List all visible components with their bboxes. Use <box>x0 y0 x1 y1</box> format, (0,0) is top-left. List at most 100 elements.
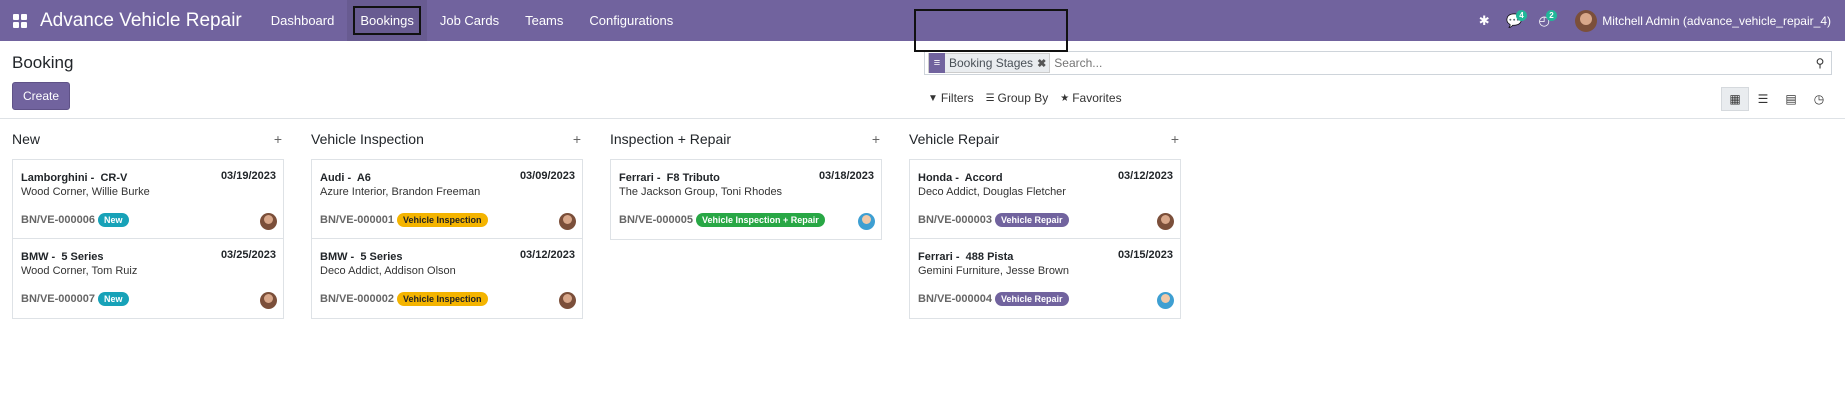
search-input[interactable] <box>1054 56 1809 70</box>
group-by-button[interactable]: ☰ Group By <box>980 87 1055 109</box>
breadcrumb: Booking <box>12 53 74 72</box>
search-options: ▼ Filters ☰ Group By ★ Favorites <box>922 87 1128 109</box>
card-ref-text: BN/VE-000005 <box>619 214 693 226</box>
column-title: Inspection + Repair <box>610 131 732 147</box>
card-reference: BN/VE-000002 Vehicle Inspection <box>320 292 488 306</box>
card-vehicle: Ferrari - 488 Pista <box>918 251 1014 263</box>
card-customer: Gemini Furniture, Jesse Brown <box>918 265 1069 277</box>
kanban-card[interactable]: Lamborghini - CR-V 03/19/2023 Wood Corne… <box>13 160 283 239</box>
column-header: Vehicle Inspection + <box>311 119 583 159</box>
kanban-card[interactable]: Honda - Accord 03/12/2023 Deco Addict, D… <box>910 160 1180 239</box>
column-header: Vehicle Repair + <box>909 119 1181 159</box>
kanban-board: New + Lamborghini - CR-V 03/19/2023 Wood… <box>0 119 1845 419</box>
stage-tag: Vehicle Repair <box>995 213 1069 227</box>
list-view-icon[interactable]: ☰ <box>1749 87 1777 111</box>
app-title[interactable]: Advance Vehicle Repair <box>40 10 242 32</box>
column-header: New + <box>12 119 284 159</box>
card-customer: Wood Corner, Tom Ruiz <box>21 265 138 277</box>
filters-button[interactable]: ▼ Filters <box>922 87 980 109</box>
add-card-icon[interactable]: + <box>1171 131 1179 147</box>
user-menu[interactable]: Mitchell Admin (advance_vehicle_repair_4… <box>1559 9 1845 32</box>
user-avatar <box>1575 9 1598 32</box>
card-reference: BN/VE-000004 Vehicle Repair <box>918 292 1069 306</box>
favorites-button[interactable]: ★ Favorites <box>1054 87 1127 109</box>
stage-tag: Vehicle Inspection <box>397 213 488 227</box>
stage-tag: Vehicle Inspection <box>397 292 488 306</box>
stage-tag: New <box>98 213 129 227</box>
stage-tag: New <box>98 292 129 306</box>
card-customer: Deco Addict, Douglas Fletcher <box>918 186 1066 198</box>
card-vehicle: BMW - 5 Series <box>320 251 403 263</box>
menu-teams[interactable]: Teams <box>512 0 576 41</box>
top-navbar: Advance Vehicle Repair Dashboard Booking… <box>0 0 1845 41</box>
activities-badge: 2 <box>1546 10 1557 21</box>
menu-dashboard[interactable]: Dashboard <box>258 0 348 41</box>
kanban-card[interactable]: BMW - 5 Series 03/12/2023 Deco Addict, A… <box>312 239 582 318</box>
assignee-avatar[interactable] <box>1157 292 1174 309</box>
search-icon[interactable]: ⚲ <box>1809 56 1831 70</box>
card-date: 03/12/2023 <box>519 249 575 261</box>
menu-bookings[interactable]: Bookings <box>347 0 427 41</box>
card-vehicle: Honda - Accord <box>918 172 1003 184</box>
pivot-view-icon[interactable]: ▤ <box>1777 87 1805 111</box>
user-name: Mitchell Admin (advance_vehicle_repair_4… <box>1602 13 1831 28</box>
kanban-card[interactable]: BMW - 5 Series 03/25/2023 Wood Corner, T… <box>13 239 283 318</box>
card-ref-text: BN/VE-000001 <box>320 214 394 226</box>
kanban-card[interactable]: Ferrari - F8 Tributo 03/18/2023 The Jack… <box>611 160 881 239</box>
card-customer: Deco Addict, Addison Olson <box>320 265 456 277</box>
assignee-avatar[interactable] <box>260 213 277 230</box>
group-by-icon: ≡ <box>929 53 945 73</box>
column-title: New <box>12 131 41 147</box>
card-reference: BN/VE-000005 Vehicle Inspection + Repair <box>619 213 825 227</box>
card-vehicle: Audi - A6 <box>320 172 371 184</box>
assignee-avatar[interactable] <box>1157 213 1174 230</box>
messages-icon[interactable]: 💬 4 <box>1499 0 1529 41</box>
kanban-column-new: New + Lamborghini - CR-V 03/19/2023 Wood… <box>12 119 284 319</box>
stage-tag: Vehicle Repair <box>995 292 1069 306</box>
card-ref-text: BN/VE-000003 <box>918 214 992 226</box>
facet-remove-icon[interactable]: ✖ <box>1037 57 1049 70</box>
kanban-column-inspection-repair: Inspection + Repair + Ferrari - F8 Tribu… <box>610 119 882 240</box>
assignee-avatar[interactable] <box>559 213 576 230</box>
card-customer: The Jackson Group, Toni Rhodes <box>619 186 783 198</box>
add-card-icon[interactable]: + <box>573 131 581 147</box>
control-panel: Booking Create ≡ Booking Stages ✖ ⚲ ▼ Fi… <box>0 9 1845 119</box>
kanban-view-icon[interactable]: ▦ <box>1721 87 1749 111</box>
debug-bug-icon[interactable]: ✱ <box>1469 0 1499 41</box>
star-icon: ★ <box>1060 92 1070 104</box>
view-switcher: ▦ ☰ ▤ ◷ <box>1721 87 1833 111</box>
create-button[interactable]: Create <box>12 82 71 110</box>
assignee-avatar[interactable] <box>559 292 576 309</box>
card-vehicle: Ferrari - F8 Tributo <box>619 172 720 184</box>
card-customer: Wood Corner, Willie Burke <box>21 186 150 198</box>
messages-badge: 4 <box>1516 10 1527 21</box>
favorites-label: Favorites <box>1072 91 1122 105</box>
kanban-column-vehicle-inspection: Vehicle Inspection + Audi - A6 03/09/202… <box>311 119 583 319</box>
filter-icon: ▼ <box>928 92 938 104</box>
stage-tag: Vehicle Inspection + Repair <box>696 213 825 227</box>
card-ref-text: BN/VE-000004 <box>918 293 992 305</box>
group-by-label: Group By <box>997 91 1049 105</box>
card-date: 03/19/2023 <box>220 170 276 182</box>
card-ref-text: BN/VE-000006 <box>21 214 95 226</box>
menu-configurations[interactable]: Configurations <box>576 0 686 41</box>
assignee-avatar[interactable] <box>858 213 875 230</box>
activities-clock-icon[interactable]: ◴ 2 <box>1529 0 1559 41</box>
filters-label: Filters <box>940 91 974 105</box>
apps-menu-icon[interactable] <box>0 0 40 41</box>
card-reference: BN/VE-000007 New <box>21 292 129 306</box>
add-card-icon[interactable]: + <box>274 131 282 147</box>
menu-job-cards[interactable]: Job Cards <box>427 0 512 41</box>
card-customer: Azure Interior, Brandon Freeman <box>320 186 481 198</box>
assignee-avatar[interactable] <box>260 292 277 309</box>
add-card-icon[interactable]: + <box>872 131 880 147</box>
card-reference: BN/VE-000006 New <box>21 213 129 227</box>
card-ref-text: BN/VE-000002 <box>320 293 394 305</box>
kanban-card[interactable]: Ferrari - 488 Pista 03/15/2023 Gemini Fu… <box>910 239 1180 318</box>
kanban-card[interactable]: Audi - A6 03/09/2023 Azure Interior, Bra… <box>312 160 582 239</box>
activity-view-icon[interactable]: ◷ <box>1805 87 1833 111</box>
card-vehicle: Lamborghini - CR-V <box>21 172 128 184</box>
list-icon: ☰ <box>985 92 995 104</box>
card-reference: BN/VE-000001 Vehicle Inspection <box>320 213 488 227</box>
card-date: 03/15/2023 <box>1117 249 1173 261</box>
